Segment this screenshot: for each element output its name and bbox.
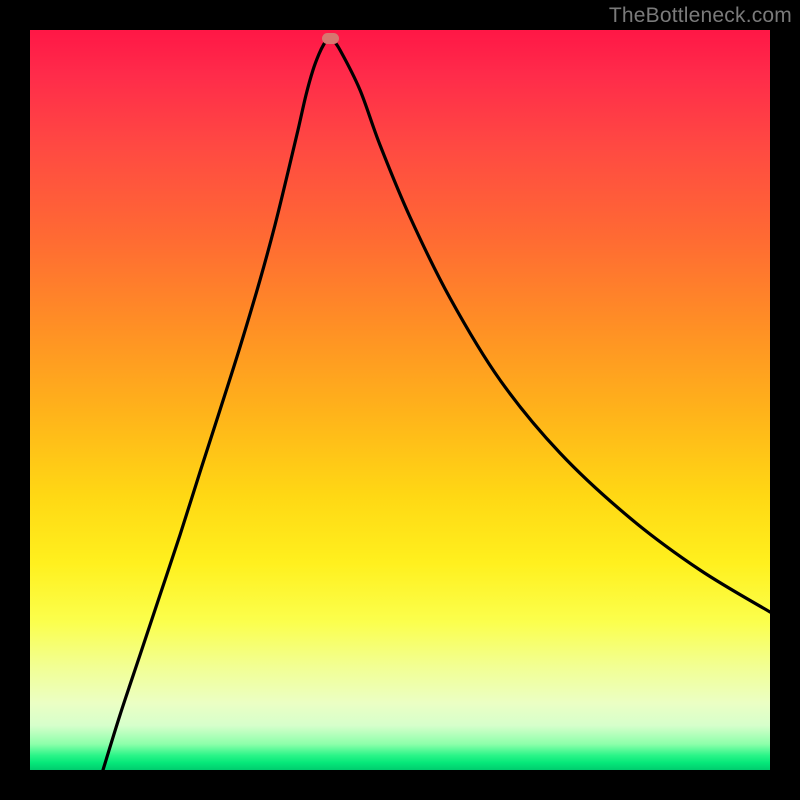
plot-area bbox=[30, 30, 770, 770]
watermark-text: TheBottleneck.com bbox=[609, 4, 792, 28]
chart-frame: TheBottleneck.com bbox=[0, 0, 800, 800]
sweet-spot-marker bbox=[322, 33, 339, 44]
bottleneck-curve bbox=[30, 30, 770, 770]
